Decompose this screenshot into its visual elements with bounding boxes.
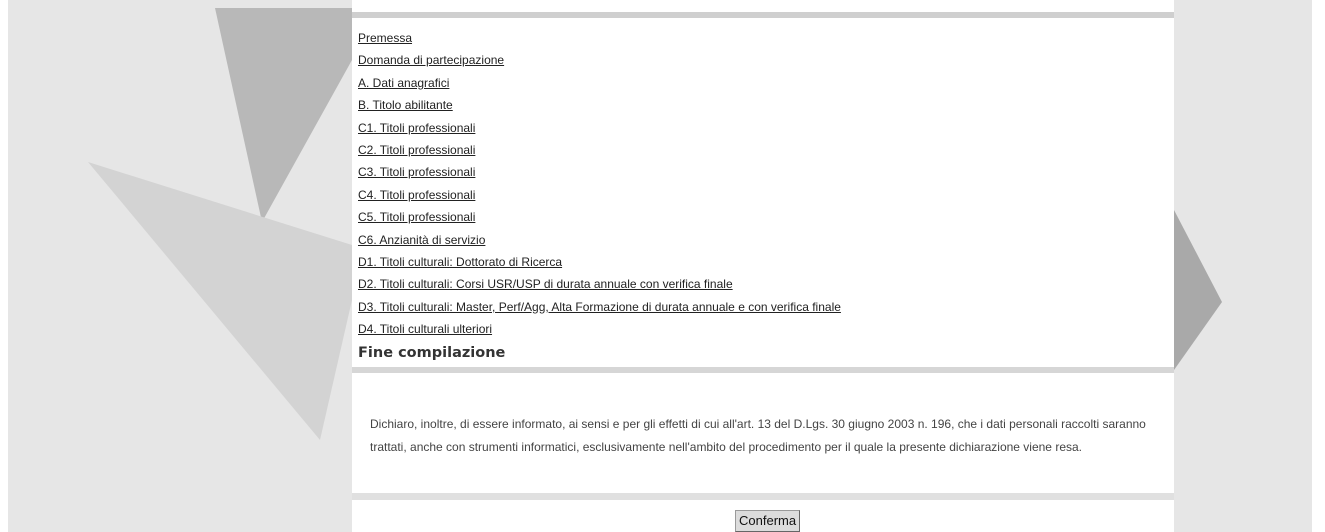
menu-link-b[interactable]: B. Titolo abilitante (358, 98, 453, 112)
menu-item: B. Titolo abilitante (358, 94, 841, 116)
menu-link-d1[interactable]: D1. Titoli culturali: Dottorato di Ricer… (358, 255, 562, 269)
menu-item: D1. Titoli culturali: Dottorato di Ricer… (358, 251, 841, 273)
menu-item: Premessa (358, 27, 841, 49)
decor-triangle-left (88, 162, 352, 440)
menu-link-d3[interactable]: D3. Titoli culturali: Master, Perf/Agg, … (358, 300, 841, 314)
left-margin (0, 0, 8, 532)
menu-item: D3. Titoli culturali: Master, Perf/Agg, … (358, 296, 841, 318)
menu-item: C3. Titoli professionali (358, 161, 841, 183)
menu-link-domanda[interactable]: Domanda di partecipazione (358, 53, 504, 67)
menu-link-a[interactable]: A. Dati anagrafici (358, 76, 449, 90)
menu-link-premessa[interactable]: Premessa (358, 31, 412, 45)
menu-link-c1[interactable]: C1. Titoli professionali (358, 121, 475, 135)
menu-item: C5. Titoli professionali (358, 206, 841, 228)
decor-strip-bottom (352, 493, 1174, 500)
privacy-declaration-panel: Dichiaro, inoltre, di essere informato, … (352, 373, 1174, 493)
menu-link-c5[interactable]: C5. Titoli professionali (358, 210, 475, 224)
menu-link-d4[interactable]: D4. Titoli culturali ulteriori (358, 322, 492, 336)
menu-link-c2[interactable]: C2. Titoli professionali (358, 143, 475, 157)
menu-item: A. Dati anagrafici (358, 72, 841, 94)
confirm-bar: Conferma (352, 500, 1174, 532)
menu-item: C4. Titoli professionali (358, 184, 841, 206)
confirm-button[interactable]: Conferma (735, 510, 801, 532)
menu-final-heading: Fine compilazione (358, 345, 506, 362)
menu-item: C1. Titoli professionali (358, 117, 841, 139)
privacy-declaration-text: Dichiaro, inoltre, di essere informato, … (370, 417, 1146, 454)
menu-link-d2[interactable]: D2. Titoli culturali: Corsi USR/USP di d… (358, 277, 733, 291)
menu-link-c4[interactable]: C4. Titoli professionali (358, 188, 475, 202)
top-strip (352, 0, 1174, 12)
menu-item: D2. Titoli culturali: Corsi USR/USP di d… (358, 273, 841, 295)
decor-triangle-top (215, 8, 352, 222)
menu-item: D4. Titoli culturali ulteriori (358, 318, 841, 340)
menu-item: C6. Anzianità di servizio (358, 229, 841, 251)
menu-link-c3[interactable]: C3. Titoli professionali (358, 165, 475, 179)
section-menu: Premessa Domanda di partecipazione A. Da… (358, 27, 841, 366)
decor-triangle-right (1174, 210, 1222, 370)
menu-link-c6[interactable]: C6. Anzianità di servizio (358, 233, 485, 247)
menu-item: Domanda di partecipazione (358, 49, 841, 71)
right-margin (1312, 0, 1325, 532)
menu-item: C2. Titoli professionali (358, 139, 841, 161)
